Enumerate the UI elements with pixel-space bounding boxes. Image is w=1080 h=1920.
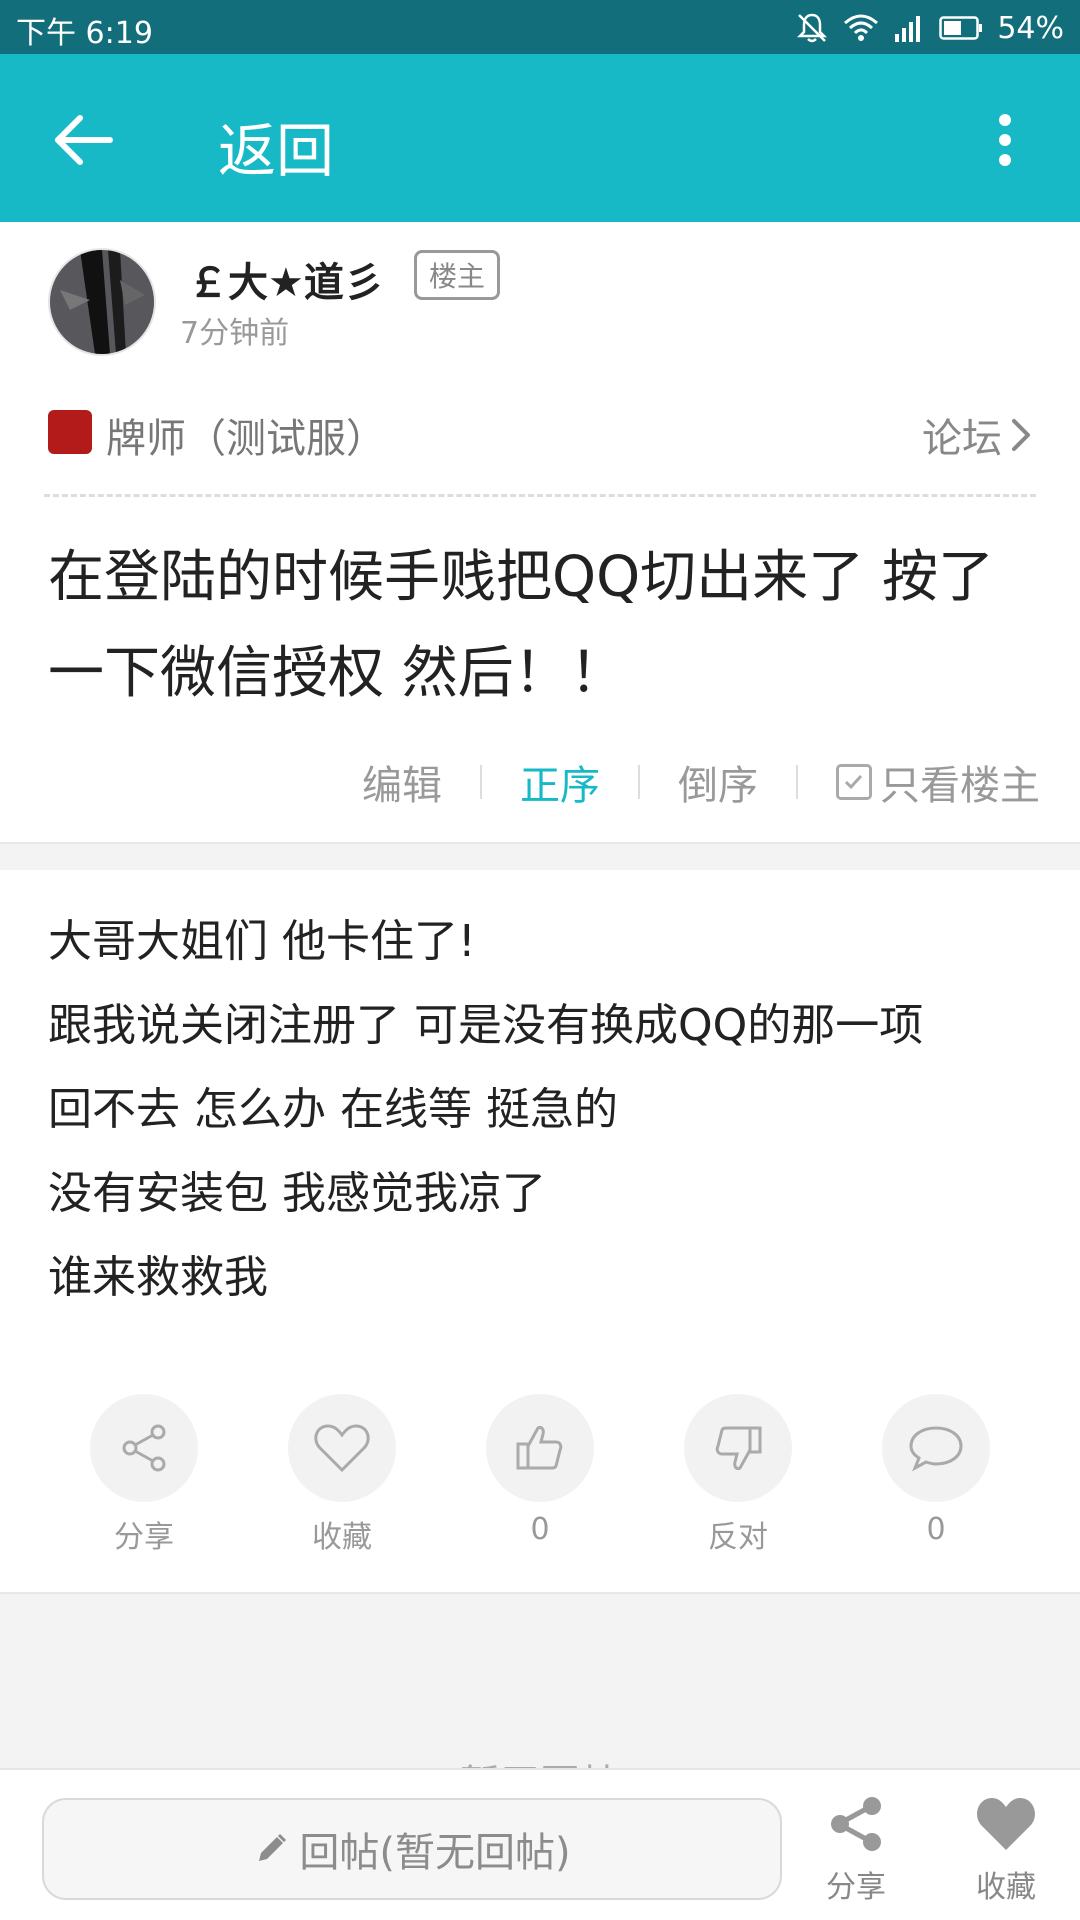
content-line: 没有安装包 我感觉我凉了 — [48, 1168, 546, 1219]
only-op-toggle[interactable]: 只看楼主 — [836, 753, 1040, 811]
app-bar: 返回 — [0, 54, 1080, 222]
forum-link[interactable]: 论坛 — [922, 406, 1032, 464]
bottom-favorite-button[interactable]: 收藏 — [956, 1794, 1056, 1906]
separator — [480, 765, 482, 799]
sort-desc-button[interactable]: 倒序 — [678, 753, 758, 811]
post-actions: 分享 收藏 0 反对 0 — [90, 1394, 990, 1556]
favorite-action[interactable]: 收藏 — [288, 1394, 396, 1556]
reply-placeholder: 回帖(暂无回帖) — [299, 1830, 571, 1876]
author-name[interactable]: ￡大★道彡 — [188, 250, 384, 308]
pencil-icon — [259, 1833, 287, 1861]
more-vert-icon[interactable] — [990, 110, 1020, 170]
checkbox-icon[interactable] — [836, 764, 872, 800]
separator — [796, 765, 798, 799]
sort-row: 编辑 正序 倒序 只看楼主 — [362, 752, 1040, 812]
reply-input[interactable]: 回帖(暂无回帖) — [42, 1798, 782, 1900]
separator — [638, 765, 640, 799]
content-line: 跟我说关闭注册了 可是没有换成QQ的那一项 — [48, 1000, 924, 1051]
edit-button[interactable]: 编辑 — [362, 753, 442, 811]
wifi-icon — [844, 14, 879, 41]
bottom-share-label: 分享 — [826, 1870, 886, 1905]
share-circle[interactable] — [90, 1394, 198, 1502]
comment-action[interactable]: 0 — [882, 1394, 990, 1547]
comment-circle[interactable] — [882, 1394, 990, 1502]
oppose-label: 反对 — [708, 1520, 768, 1555]
comment-icon — [909, 1426, 963, 1472]
author-avatar[interactable] — [48, 248, 156, 356]
post-time: 7分钟前 — [180, 316, 290, 351]
content-line: 回不去 怎么办 在线等 挺急的 — [48, 1084, 618, 1135]
oppose-circle[interactable] — [684, 1394, 792, 1502]
thumbs-down-icon — [715, 1426, 762, 1470]
forum-link-label: 论坛 — [922, 416, 1002, 462]
bottom-share-button[interactable]: 分享 — [806, 1794, 906, 1906]
content-line: 大哥大姐们 他卡住了! — [48, 916, 476, 967]
like-count: 0 — [530, 1512, 550, 1547]
post-content: 大哥大姐们 他卡住了! 跟我说关闭注册了 可是没有换成QQ的那一项 回不去 怎么… — [48, 900, 1038, 1320]
replies-area — [0, 1592, 1080, 1774]
battery-icon — [939, 16, 983, 40]
heart-icon — [977, 1798, 1035, 1850]
like-circle[interactable] — [486, 1394, 594, 1502]
oppose-action[interactable]: 反对 — [684, 1394, 792, 1556]
avatar-image — [50, 250, 154, 354]
signal-icon — [895, 16, 921, 42]
comment-count: 0 — [926, 1512, 946, 1547]
bottom-favorite-label: 收藏 — [976, 1870, 1036, 1905]
bottom-bar: 回帖(暂无回帖) 分享 收藏 — [0, 1768, 1080, 1920]
forum-name[interactable]: 牌师（测试服） — [106, 406, 386, 464]
share-icon — [831, 1797, 881, 1851]
favorite-label: 收藏 — [312, 1520, 372, 1555]
battery-percent: 54% — [997, 10, 1064, 46]
op-badge: 楼主 — [414, 250, 501, 300]
section-divider — [0, 842, 1080, 870]
share-icon — [122, 1424, 166, 1472]
chevron-right-icon — [1012, 419, 1030, 451]
status-icons: 54% — [795, 8, 1064, 48]
sort-asc-button[interactable]: 正序 — [520, 753, 600, 811]
post-detail-page: 下午 6:19 54% 返回 ￡大★道彡 楼主 7分钟前 牌师（测试服） 论坛 … — [0, 0, 1080, 1920]
share-label: 分享 — [114, 1520, 174, 1555]
dashed-divider — [44, 494, 1036, 497]
post-title: 在登陆的时候手贱把QQ切出来了 按了一下微信授权 然后！！ — [48, 545, 994, 706]
mute-bell-icon — [797, 13, 828, 43]
heart-icon — [314, 1424, 370, 1473]
forum-icon — [48, 410, 92, 454]
back-arrow-icon[interactable] — [44, 110, 124, 170]
like-action[interactable]: 0 — [486, 1394, 594, 1547]
favorite-circle[interactable] — [288, 1394, 396, 1502]
share-action[interactable]: 分享 — [90, 1394, 198, 1556]
content-line: 谁来救救我 — [48, 1252, 268, 1303]
thumbs-up-icon — [516, 1426, 563, 1470]
status-time: 下午 6:19 — [16, 16, 153, 51]
app-bar-title[interactable]: 返回 — [218, 104, 334, 188]
status-bar: 下午 6:19 54% — [0, 0, 1080, 54]
only-op-label: 只看楼主 — [880, 763, 1040, 809]
